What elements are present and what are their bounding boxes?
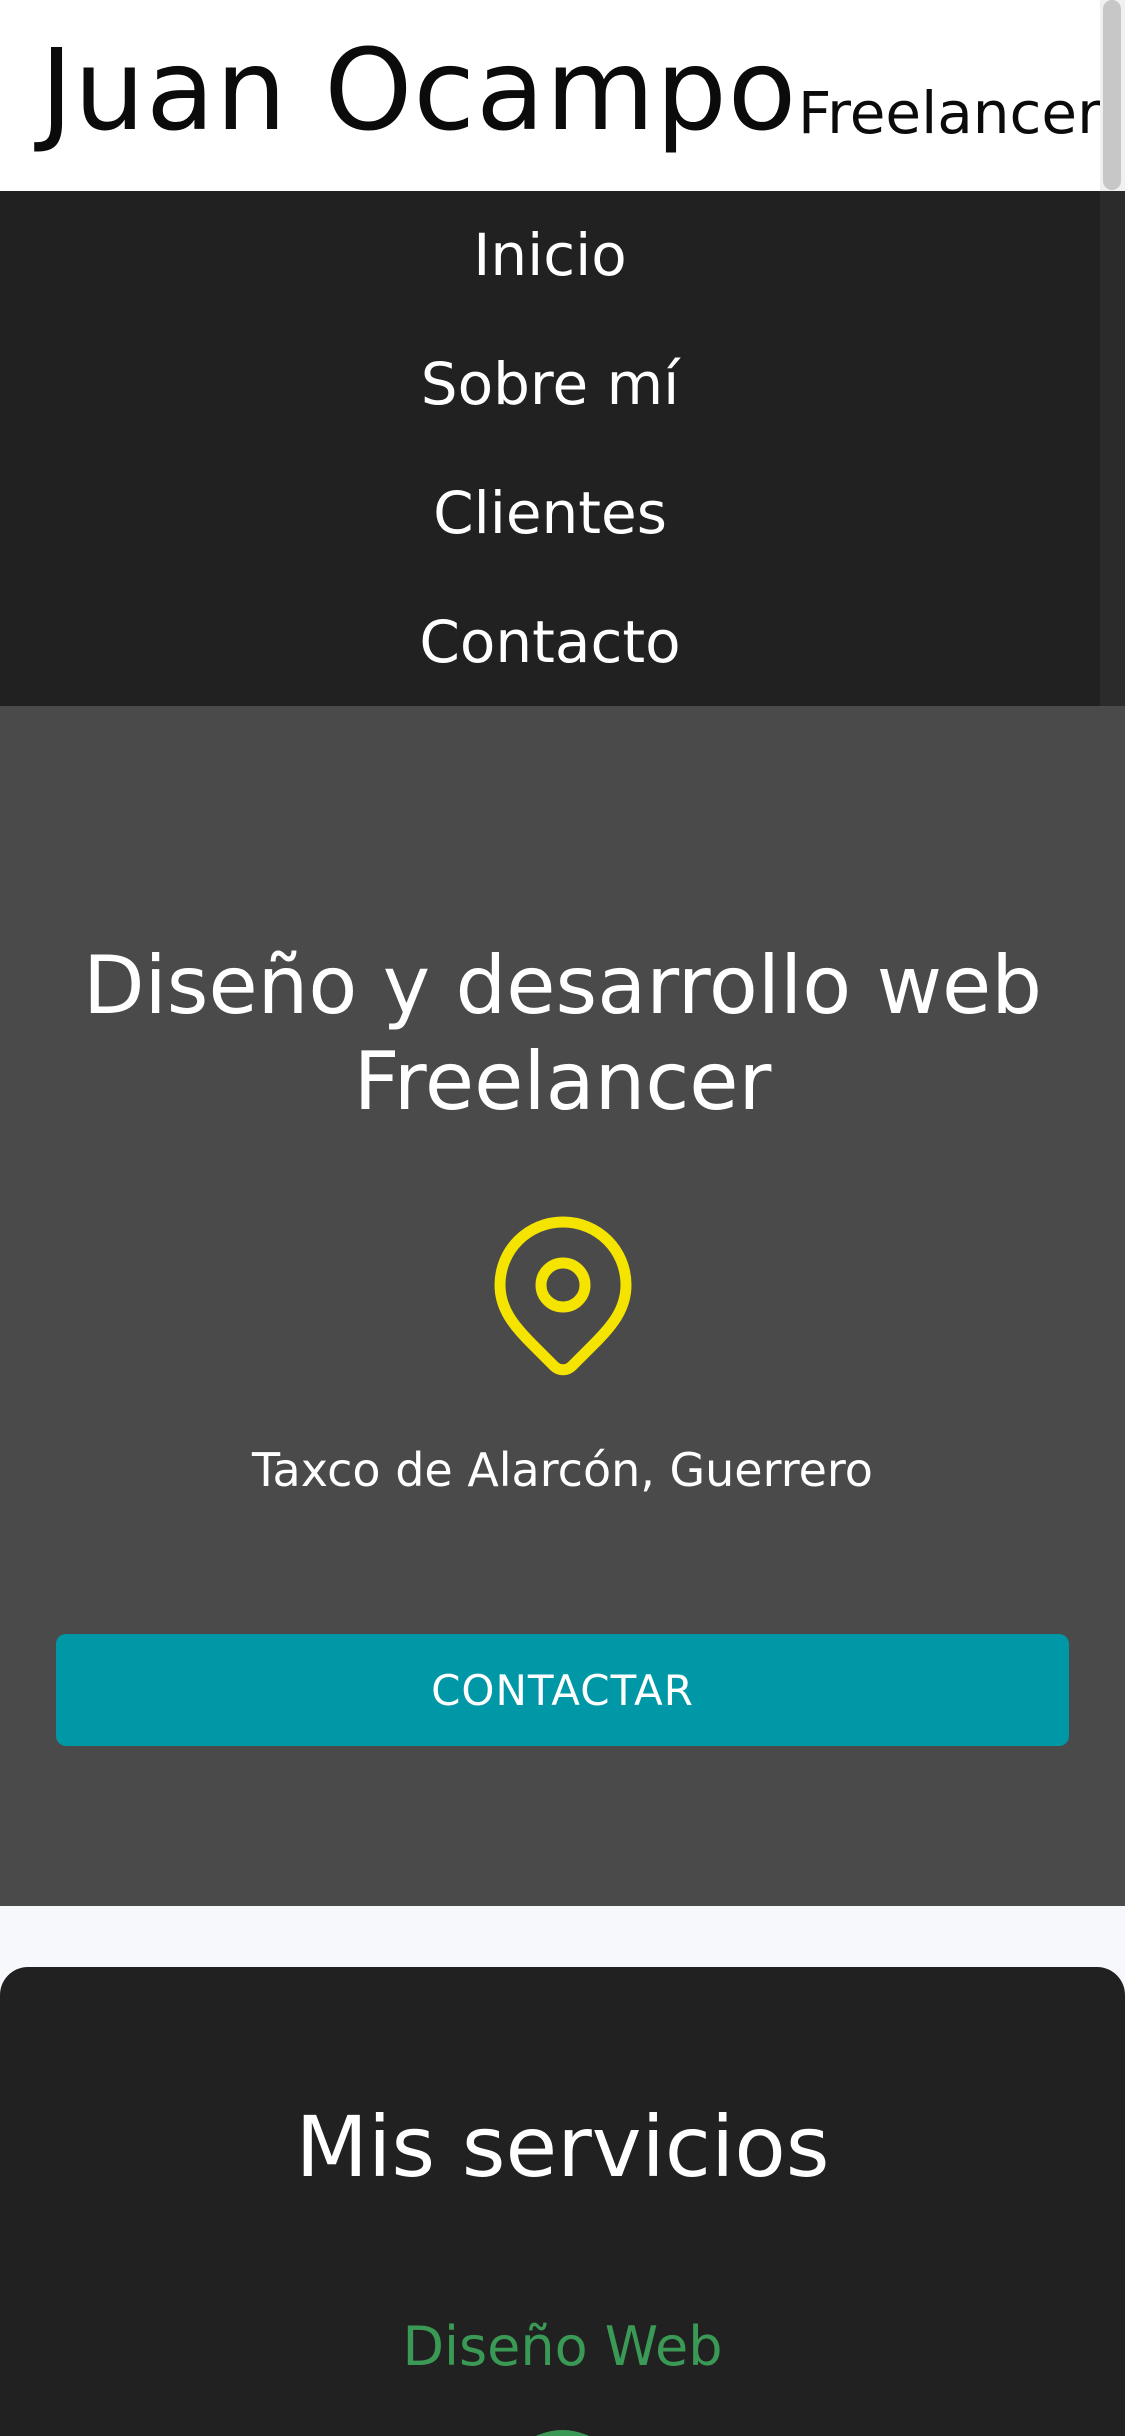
brand-tagline: Freelancer — [798, 79, 1101, 147]
page: Juan Ocampo Freelancer Inicio Sobre mí C… — [0, 0, 1125, 2436]
hero-title-line2: Freelancer — [353, 1035, 772, 1128]
location-text: Taxco de Alarcón, Guerrero — [252, 1443, 873, 1497]
hero-title-line1: Diseño y desarrollo web — [82, 939, 1043, 1032]
site-header: Juan Ocampo Freelancer — [0, 0, 1101, 191]
services-section: Mis servicios Diseño Web — [0, 1967, 1125, 2436]
services-title: Mis servicios — [295, 2098, 830, 2196]
map-pin-icon — [494, 1216, 632, 1376]
nav-item-clientes[interactable]: Clientes — [0, 449, 1100, 578]
scrollbar-track-lower — [1100, 191, 1125, 706]
main-nav: Inicio Sobre mí Clientes Contacto — [0, 191, 1100, 706]
hero-section: Diseño y desarrollo web Freelancer Taxco… — [0, 706, 1125, 1906]
scrollbar-thumb[interactable] — [1103, 0, 1121, 190]
hero-title: Diseño y desarrollo web Freelancer — [0, 938, 1125, 1130]
service-icon — [500, 2430, 625, 2436]
brand-name[interactable]: Juan Ocampo — [40, 26, 797, 156]
nav-item-sobre-mi[interactable]: Sobre mí — [0, 320, 1100, 449]
service-name-diseno-web: Diseño Web — [402, 2315, 723, 2378]
nav-item-contacto[interactable]: Contacto — [0, 578, 1100, 707]
contact-button[interactable]: CONTACTAR — [56, 1634, 1069, 1746]
nav-item-inicio[interactable]: Inicio — [0, 191, 1100, 320]
